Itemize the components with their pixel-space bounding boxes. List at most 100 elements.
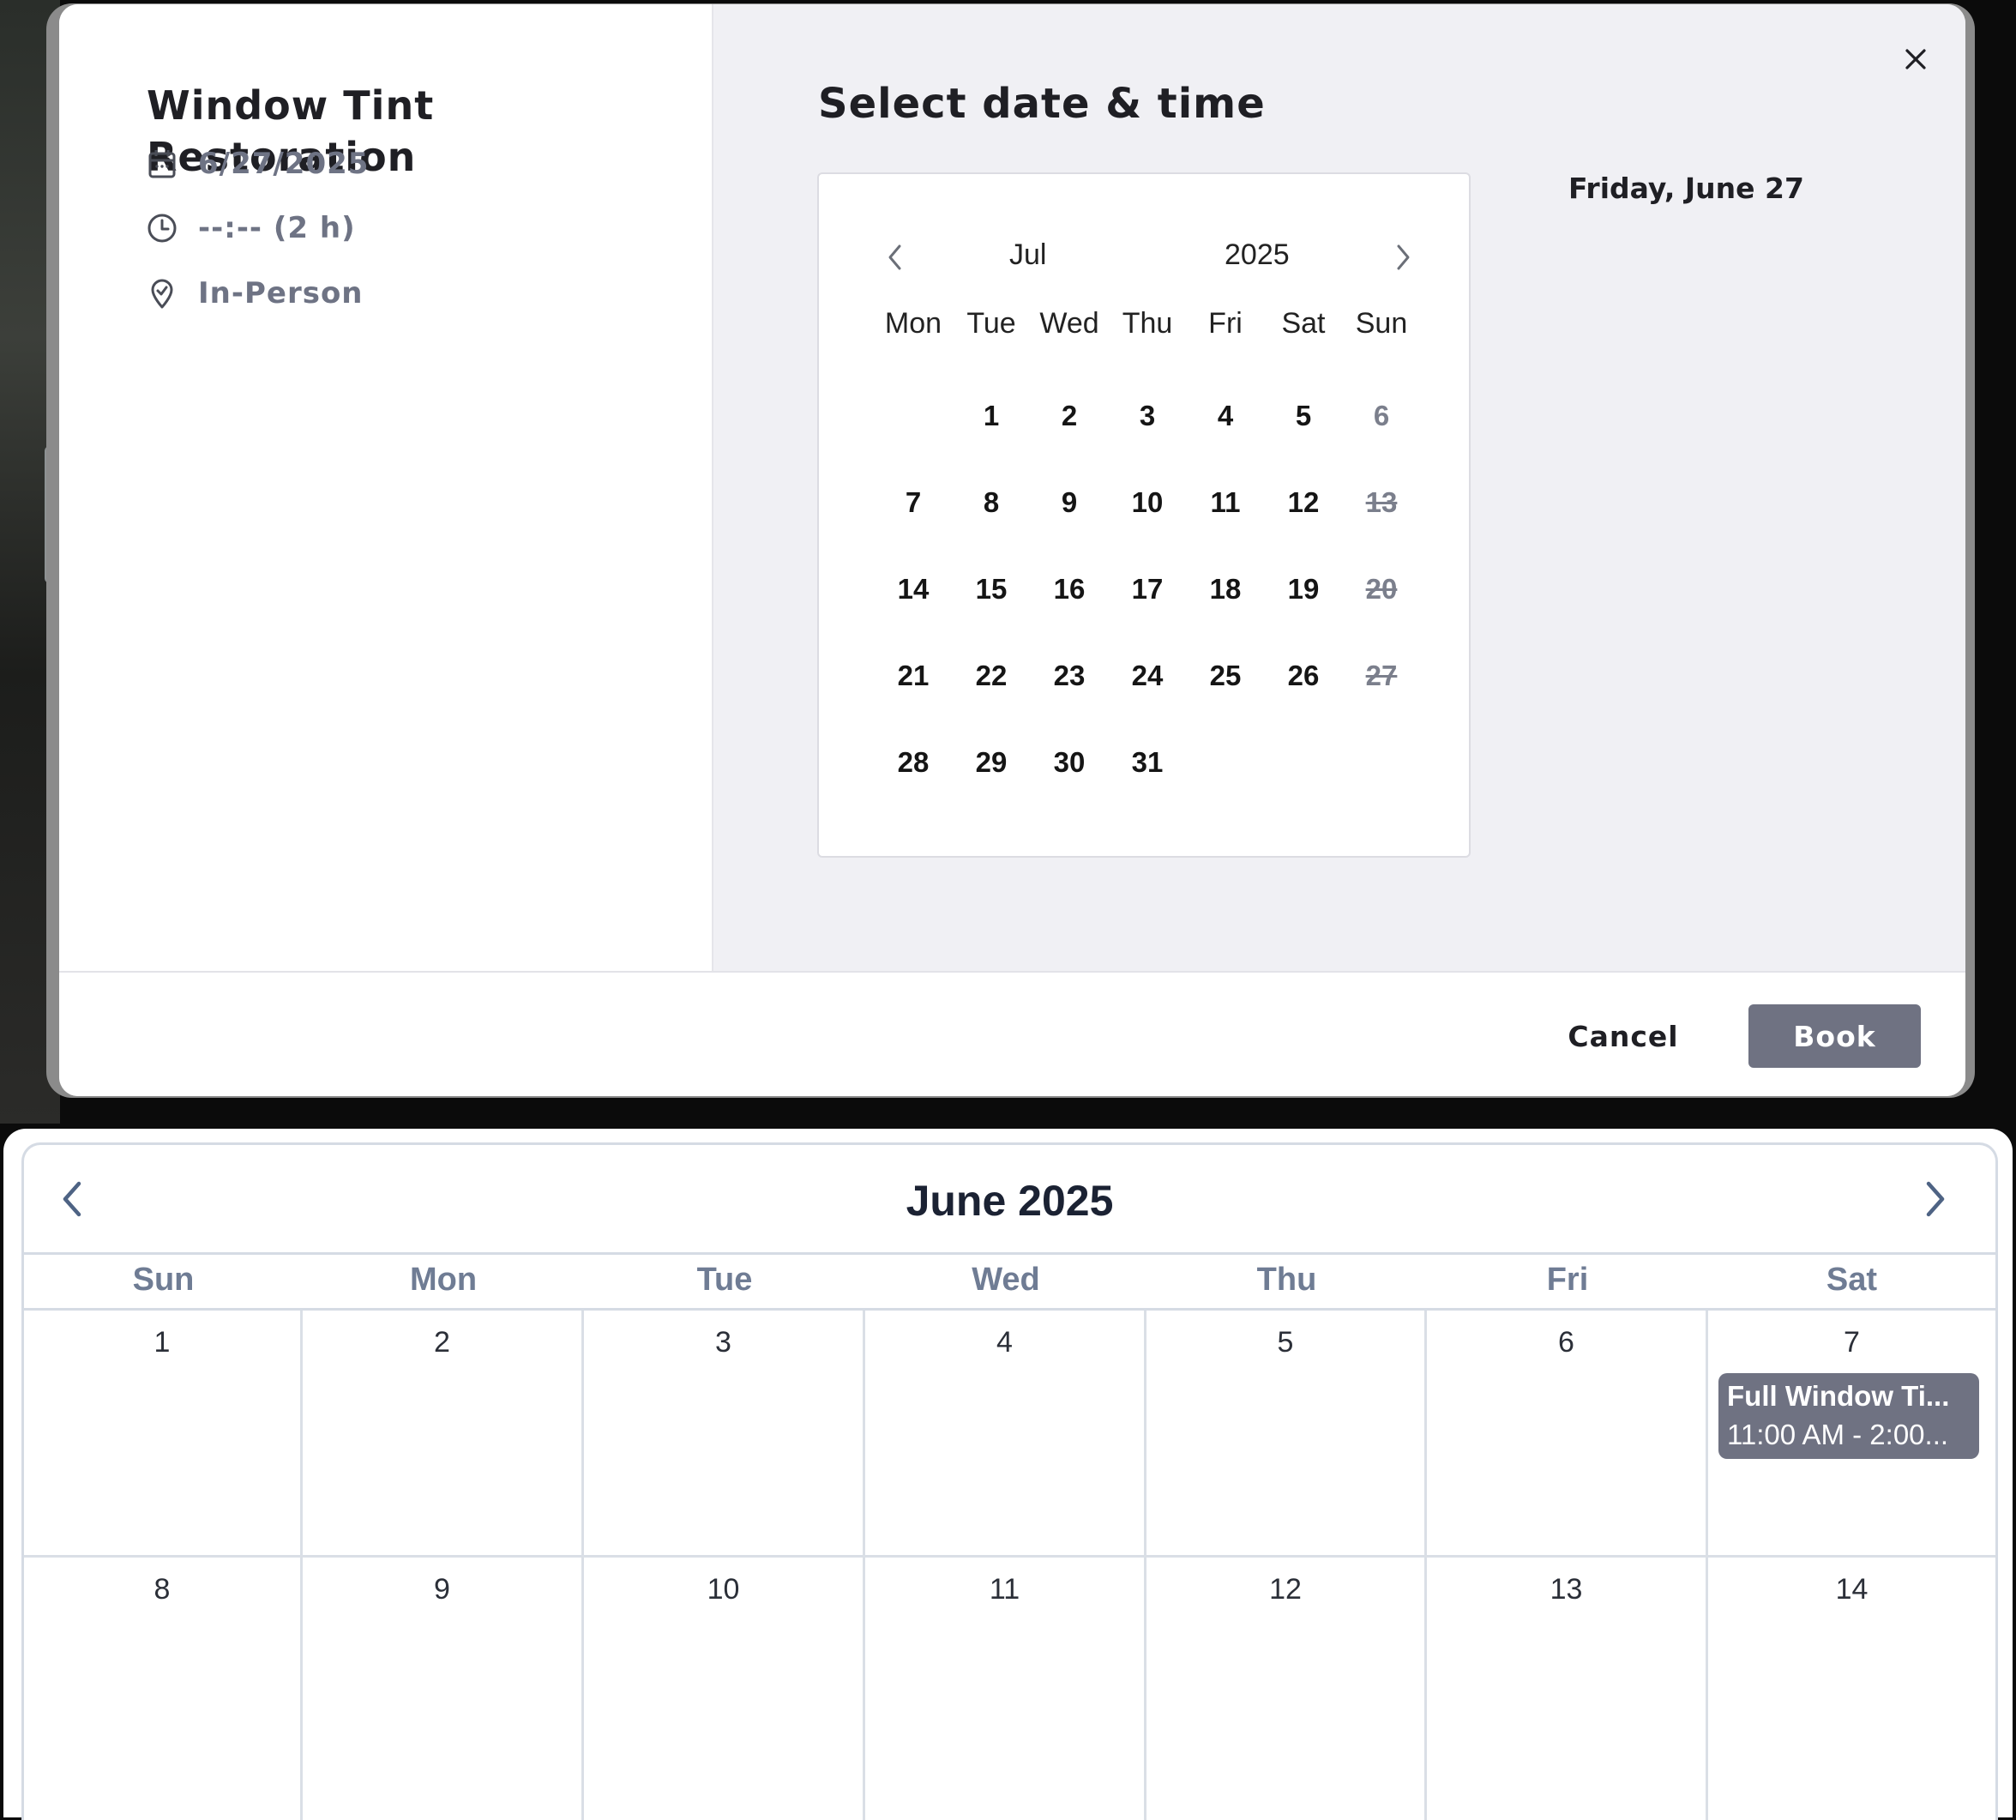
calendar-day[interactable]: 24 [1113, 650, 1182, 702]
calendar-day[interactable]: 8 [957, 477, 1026, 528]
month-calendar: June 2025 Sun Mon Tue Wed Thu Fri Sat 1234567F… [21, 1142, 1998, 1820]
calendar-day[interactable]: 25 [1191, 650, 1260, 702]
month-select[interactable]: Jul [1009, 238, 1046, 272]
day-cell[interactable]: 12 [1146, 1558, 1427, 1820]
mini-calendar: Jul 2025 Mon Tue Wed Thu Fri Sat Sun 123456789… [817, 172, 1471, 858]
day-cell[interactable]: 13 [1427, 1558, 1708, 1820]
date-value: 6/27/2025 [198, 147, 370, 181]
day-number: 8 [153, 1573, 171, 1606]
selected-date-label: Friday, June 27 [1568, 172, 1804, 205]
month-title: June 2025 [906, 1177, 1114, 1225]
calendar-day[interactable]: 1 [957, 390, 1026, 442]
day-number: 7 [1844, 1326, 1860, 1359]
year-select[interactable]: 2025 [1225, 238, 1290, 272]
modal-footer: Cancel Book [59, 971, 1965, 1096]
calendar-day[interactable]: 27 [1347, 650, 1416, 702]
day-cell[interactable]: 3 [584, 1311, 865, 1558]
day-cell[interactable]: 7 Full Window Ti... 11:00 AM - 2:00... [1708, 1311, 1995, 1558]
weekday-header-sun: Sun [132, 1262, 195, 1298]
calendar-day[interactable]: 12 [1269, 477, 1338, 528]
calendar-event[interactable]: Full Window Ti... 11:00 AM - 2:00... [1718, 1373, 1979, 1459]
weekday-header-fri: Fri [1546, 1262, 1589, 1298]
calendar-day[interactable]: 30 [1035, 737, 1104, 788]
calendar-day[interactable]: 22 [957, 650, 1026, 702]
time-row: --:-- (2 h) [147, 207, 356, 250]
weekday-header-thu: Thu [1256, 1262, 1317, 1298]
day-number: 9 [434, 1573, 450, 1606]
day-cell[interactable]: 10 [584, 1558, 865, 1820]
calendar-day[interactable]: 20 [1347, 563, 1416, 615]
calendar-day[interactable]: 4 [1191, 390, 1260, 442]
day-cell[interactable]: 1 [24, 1311, 303, 1558]
calendar-day[interactable]: 16 [1035, 563, 1104, 615]
day-number: 13 [1550, 1573, 1583, 1606]
calendar-day[interactable]: 23 [1035, 650, 1104, 702]
event-title: Full Window Ti... [1727, 1380, 1950, 1412]
location-pin-icon [147, 278, 178, 309]
weekday-header-tue: Tue [696, 1262, 753, 1298]
clock-icon [147, 213, 178, 244]
calendar-day[interactable]: 17 [1113, 563, 1182, 615]
calendar-day[interactable]: 3 [1113, 390, 1182, 442]
weekday-label: Tue [966, 307, 1016, 340]
day-cell[interactable]: 5 [1146, 1311, 1427, 1558]
date-row: 6/27/2025 [147, 142, 369, 185]
day-number: 12 [1269, 1573, 1302, 1606]
calendar-day[interactable]: 7 [879, 477, 948, 528]
day-number: 5 [1277, 1326, 1294, 1359]
weekday-label: Sun [1355, 307, 1408, 340]
day-number: 1 [153, 1326, 171, 1359]
prev-month-button[interactable] [874, 236, 917, 279]
cancel-button[interactable]: Cancel [1542, 1004, 1705, 1068]
day-number: 6 [1558, 1326, 1574, 1359]
close-icon[interactable] [1899, 42, 1933, 76]
day-cell[interactable]: 2 [303, 1311, 584, 1558]
weekday-header-sat: Sat [1826, 1262, 1878, 1298]
day-cell[interactable]: 14 [1708, 1558, 1995, 1820]
calendar-day[interactable]: 21 [879, 650, 948, 702]
calendar-day[interactable]: 31 [1113, 737, 1182, 788]
calendar-day[interactable]: 6 [1347, 390, 1416, 442]
calendar-day[interactable]: 15 [957, 563, 1026, 615]
day-number: 4 [996, 1326, 1013, 1359]
location-row: In-Person [147, 272, 364, 315]
day-number: 14 [1835, 1573, 1869, 1606]
calendar-day[interactable]: 9 [1035, 477, 1104, 528]
month-weekday-header: Sun Mon Tue Wed Thu Fri Sat [24, 1252, 1995, 1311]
calendar-day[interactable]: 2 [1035, 390, 1104, 442]
date-time-panel: Select date & time Friday, June 27 Jul 2… [713, 4, 1965, 971]
weekday-label: Wed [1039, 307, 1099, 340]
day-cell[interactable]: 4 [865, 1311, 1146, 1558]
location-value: In-Person [198, 276, 364, 310]
day-cell[interactable]: 6 [1427, 1311, 1708, 1558]
calendar-day[interactable]: 29 [957, 737, 1026, 788]
calendar-day[interactable]: 14 [879, 563, 948, 615]
calendar-day[interactable]: 19 [1269, 563, 1338, 615]
calendar-day[interactable]: 5 [1269, 390, 1338, 442]
month-calendar-header: June 2025 [24, 1145, 1995, 1255]
book-button[interactable]: Book [1748, 1004, 1921, 1068]
weekday-header-wed: Wed [972, 1262, 1040, 1298]
next-month-icon[interactable] [1905, 1169, 1965, 1229]
calendar-day[interactable]: 28 [879, 737, 948, 788]
calendar-day[interactable]: 13 [1347, 477, 1416, 528]
day-number: 10 [707, 1573, 740, 1606]
calendar-day[interactable]: 11 [1191, 477, 1260, 528]
day-number: 11 [989, 1573, 1020, 1606]
weekday-label: Thu [1122, 307, 1173, 340]
weekday-label: Sat [1281, 307, 1326, 340]
day-cell[interactable]: 8 [24, 1558, 303, 1820]
calendar-icon [147, 148, 178, 179]
calendar-day[interactable]: 10 [1113, 477, 1182, 528]
weekday-header-mon: Mon [409, 1262, 478, 1298]
day-number: 2 [434, 1326, 450, 1359]
event-time: 11:00 AM - 2:00... [1727, 1419, 1949, 1450]
calendar-day[interactable]: 18 [1191, 563, 1260, 615]
next-month-button[interactable] [1381, 236, 1424, 279]
day-cell[interactable]: 9 [303, 1558, 584, 1820]
select-date-heading: Select date & time [818, 80, 1266, 128]
day-cell[interactable]: 11 [865, 1558, 1146, 1820]
booking-modal: Window Tint Restoration 6/27/2025 --:-- … [59, 4, 1965, 1096]
calendar-day[interactable]: 26 [1269, 650, 1338, 702]
weekday-label: Fri [1208, 307, 1243, 340]
